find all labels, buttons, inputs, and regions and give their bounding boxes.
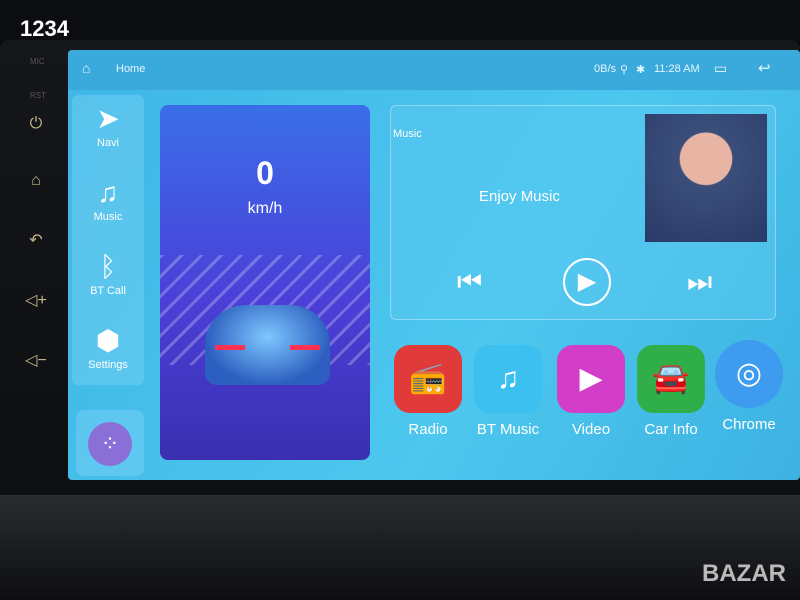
dock-item-navi[interactable]: ➤ Navi (72, 101, 144, 149)
all-apps-button[interactable]: ⁘ (76, 410, 144, 476)
app-bt-music[interactable]: ♫ BT Music (472, 345, 544, 438)
hexagon-gear-icon: ⬢ (95, 325, 121, 356)
app-video[interactable]: ▶ Video (555, 345, 627, 438)
music-widget[interactable]: Music Enjoy Music ⏮ ▶ ⏭ (390, 105, 776, 320)
speedometer-widget[interactable]: 0 km/h (160, 105, 370, 460)
dashboard (0, 495, 800, 600)
radio-icon: 📻 (394, 345, 462, 413)
music-status: Enjoy Music (479, 188, 560, 205)
bluetooth-icon: ✱ (636, 64, 646, 76)
power-button[interactable]: ⏻ (22, 115, 50, 133)
play-circle-icon: ▶ (557, 345, 625, 413)
app-chrome[interactable]: ◎ Chrome (713, 340, 785, 433)
navigation-arrow-icon: ➤ (96, 103, 120, 134)
apps-grid-icon: ⁘ (88, 422, 132, 466)
volume-down-button[interactable]: ◁− (22, 350, 50, 370)
app-car-info[interactable]: 🚘 Car Info (635, 345, 707, 438)
reset-label: RST (30, 91, 46, 100)
mic-label: MIC (30, 57, 45, 66)
recent-apps-icon[interactable]: ▭ (714, 60, 727, 77)
music-note-icon: ♫ (97, 177, 119, 208)
music-note-icon: ♫ (474, 345, 542, 413)
volume-up-button[interactable]: ◁+ (22, 290, 50, 310)
bluetooth-icon: ᛒ (99, 251, 117, 282)
car-icon: 🚘 (637, 345, 705, 413)
back-hw-button[interactable]: ↶ (22, 230, 50, 250)
previous-track-button[interactable]: ⏮ (457, 266, 482, 299)
play-button[interactable]: ▶ (563, 258, 611, 306)
clock: 11:28 AM (654, 63, 700, 75)
chrome-icon: ◎ (715, 340, 783, 408)
dock-item-bt-call[interactable]: ᛒ BT Call (72, 249, 144, 297)
album-art (645, 114, 767, 242)
speed-value: 0 (256, 155, 274, 191)
home-label: Home (116, 63, 146, 75)
screen: ⌂ Home 0B/s ⚲ ✱ 11:28 AM ▭ ↩ ➤ Navi ♫ Musi… (68, 50, 800, 480)
car-graphic (205, 305, 330, 385)
side-dock: ➤ Navi ♫ Music ᛒ BT Call ⬢ Settings (72, 95, 144, 385)
home-hw-button[interactable]: ⌂ (22, 172, 50, 190)
home-icon[interactable]: ⌂ (82, 60, 90, 76)
status-bar: ⌂ Home 0B/s ⚲ ✱ 11:28 AM ▭ ↩ (68, 50, 800, 90)
back-icon[interactable]: ↩ (758, 59, 771, 77)
music-title: Music (393, 128, 422, 140)
dock-item-music[interactable]: ♫ Music (72, 175, 144, 223)
net-speed: 0B/s (594, 63, 617, 75)
location-icon: ⚲ (620, 64, 629, 76)
watermark-logo: BAZAR (702, 560, 786, 587)
watermark-number: 1234 (20, 16, 69, 41)
app-radio[interactable]: 📻 Radio (392, 345, 464, 438)
speed-unit: km/h (247, 200, 283, 217)
dock-item-settings[interactable]: ⬢ Settings (72, 323, 144, 371)
next-track-button[interactable]: ⏭ (687, 266, 712, 299)
